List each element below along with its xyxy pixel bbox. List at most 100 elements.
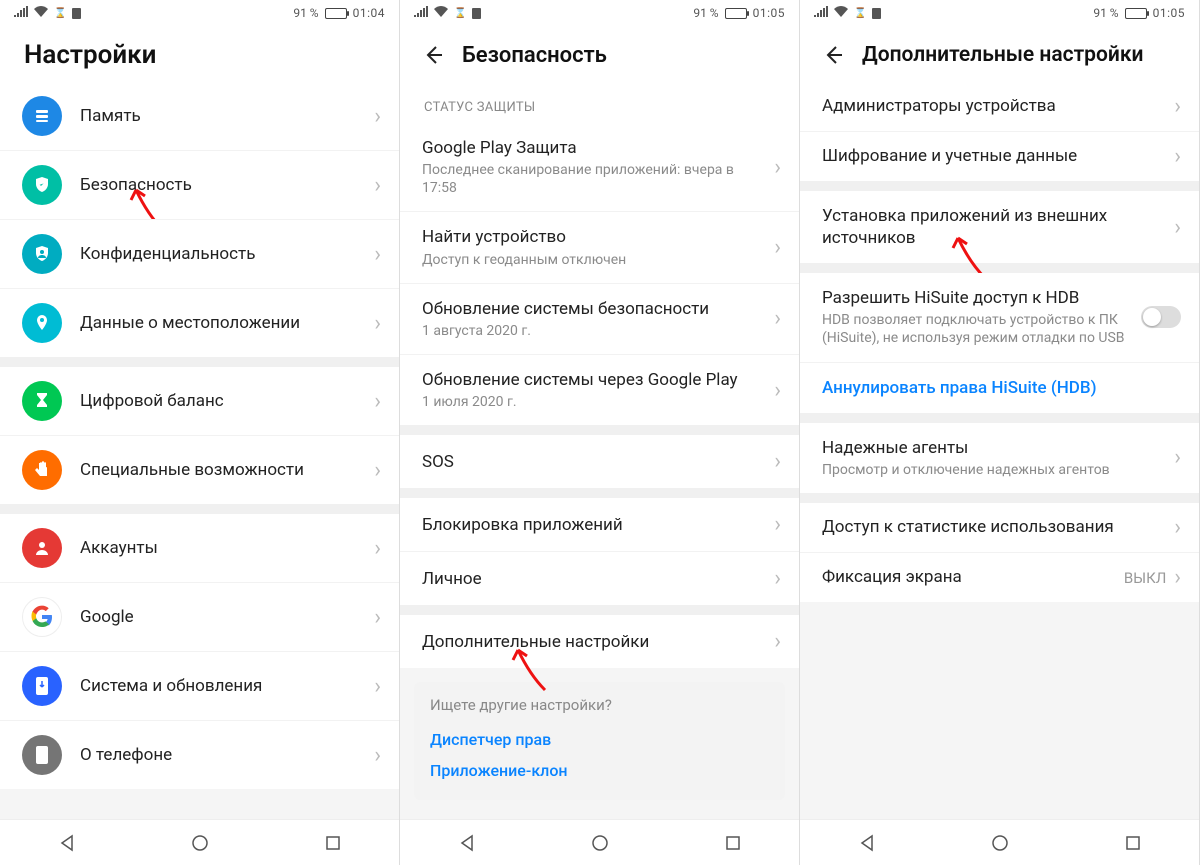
chevron-right-icon: ›: [374, 242, 381, 267]
row-sos[interactable]: SOS ›: [400, 435, 799, 488]
row-location[interactable]: Данные о местоположении ›: [0, 288, 399, 357]
row-memory[interactable]: Память ›: [0, 82, 399, 150]
phone-screen-advanced: ⌛ 91 % 01:05 Дополнительные настройки Ад…: [800, 0, 1200, 865]
row-label: Память: [80, 105, 366, 127]
chevron-right-icon: ›: [374, 674, 381, 699]
row-label: Специальные возможности: [80, 459, 366, 481]
chevron-right-icon: ›: [374, 536, 381, 561]
nav-recent-icon[interactable]: [323, 833, 343, 853]
row-accessibility[interactable]: Специальные возможности ›: [0, 435, 399, 504]
back-button[interactable]: [418, 40, 448, 70]
nav-recent-icon[interactable]: [1123, 833, 1143, 853]
privacy-icon: [22, 234, 62, 274]
nav-home-icon[interactable]: [990, 833, 1010, 853]
hint-box: Ищете другие настройки? Диспетчер прав П…: [414, 682, 785, 800]
back-button[interactable]: [818, 40, 848, 70]
nav-bar: [400, 819, 799, 865]
chevron-right-icon: ›: [774, 449, 781, 474]
row-device-admins[interactable]: Администраторы устройства ›: [800, 82, 1199, 131]
nav-home-icon[interactable]: [590, 833, 610, 853]
row-privacy[interactable]: Конфиденциальность ›: [0, 219, 399, 288]
hourglass-icon: [22, 381, 62, 421]
row-screen-pinning[interactable]: Фиксация экрана ВЫКЛ ›: [800, 552, 1199, 602]
hourglass-icon: ⌛: [854, 8, 866, 19]
row-label: Google Play Защита: [422, 137, 766, 159]
battery-icon: [725, 8, 747, 19]
row-unknown-sources[interactable]: Установка приложений из внешних источник…: [800, 191, 1199, 263]
row-accounts[interactable]: Аккаунты ›: [0, 514, 399, 582]
row-find-device[interactable]: Найти устройство Доступ к геоданным откл…: [400, 211, 799, 282]
row-trusted-agents[interactable]: Надежные агенты Просмотр и отключение на…: [800, 423, 1199, 493]
hint-link-app-clone[interactable]: Приложение-клон: [430, 755, 769, 786]
phone-screen-settings: ⌛ 91 % 01:04 Настройки Память › Б: [0, 0, 400, 865]
memory-icon: [22, 96, 62, 136]
battery-percent: 91 %: [693, 6, 718, 20]
row-system[interactable]: Система и обновления ›: [0, 651, 399, 720]
row-label: Google: [80, 606, 366, 628]
signal-icon: [414, 6, 428, 20]
row-digital-balance[interactable]: Цифровой баланс ›: [0, 367, 399, 435]
row-label: Обновление системы безопасности: [422, 298, 766, 320]
row-personal[interactable]: Личное ›: [400, 551, 799, 605]
chevron-right-icon: ›: [1174, 515, 1181, 540]
signal-icon: [14, 6, 28, 20]
chevron-right-icon: ›: [374, 605, 381, 630]
row-subtitle: Последнее сканирование приложений: вчера…: [422, 161, 766, 197]
chevron-right-icon: ›: [1174, 144, 1181, 169]
chevron-right-icon: ›: [374, 173, 381, 198]
row-subtitle: 1 августа 2020 г.: [422, 322, 766, 340]
row-label: Блокировка приложений: [422, 514, 766, 536]
chevron-right-icon: ›: [1174, 215, 1181, 240]
row-play-protect[interactable]: Google Play Защита Последнее сканировани…: [400, 123, 799, 211]
chevron-right-icon: ›: [774, 512, 781, 537]
settings-list: Память › Безопасность › Конфиденциальнос…: [0, 82, 399, 819]
clock: 01:05: [753, 6, 785, 20]
nav-back-icon[interactable]: [857, 833, 877, 853]
row-google[interactable]: Google ›: [0, 582, 399, 651]
row-label: Обновление системы через Google Play: [422, 369, 766, 391]
row-label: Данные о местоположении: [80, 312, 366, 334]
chevron-right-icon: ›: [774, 378, 781, 403]
row-about[interactable]: О телефоне ›: [0, 720, 399, 789]
row-value: ВЫКЛ: [1124, 569, 1167, 587]
row-encryption[interactable]: Шифрование и учетные данные ›: [800, 131, 1199, 181]
nav-recent-icon[interactable]: [723, 833, 743, 853]
chevron-right-icon: ›: [374, 389, 381, 414]
toggle-hdb[interactable]: [1141, 306, 1181, 328]
chevron-right-icon: ›: [774, 629, 781, 654]
nav-back-icon[interactable]: [57, 833, 77, 853]
row-app-lock[interactable]: Блокировка приложений ›: [400, 498, 799, 551]
row-label: Цифровой баланс: [80, 390, 366, 412]
row-hdb[interactable]: Разрешить HiSuite доступ к HDB HDB позво…: [800, 273, 1199, 361]
chevron-right-icon: ›: [1174, 445, 1181, 470]
nav-back-icon[interactable]: [457, 833, 477, 853]
chevron-right-icon: ›: [374, 458, 381, 483]
chevron-right-icon: ›: [774, 566, 781, 591]
sim-icon: [472, 8, 481, 19]
row-label: Безопасность: [80, 174, 366, 196]
info-icon: [22, 735, 62, 775]
row-more-settings[interactable]: Дополнительные настройки ›: [400, 615, 799, 668]
chevron-right-icon: ›: [774, 306, 781, 331]
chevron-right-icon: ›: [374, 104, 381, 129]
hand-icon: [22, 450, 62, 490]
row-security[interactable]: Безопасность ›: [0, 150, 399, 219]
row-label: Администраторы устройства: [822, 95, 1166, 117]
nav-home-icon[interactable]: [190, 833, 210, 853]
row-label: Система и обновления: [80, 675, 366, 697]
row-label: Аккаунты: [80, 537, 366, 559]
row-security-update[interactable]: Обновление системы безопасности 1 август…: [400, 283, 799, 354]
hint-link-permissions[interactable]: Диспетчер прав: [430, 724, 769, 755]
row-revoke-hdb[interactable]: Аннулировать права HiSuite (HDB): [800, 362, 1199, 413]
nav-bar: [800, 819, 1199, 865]
sim-icon: [872, 8, 881, 19]
row-label: Доступ к статистике использования: [822, 516, 1166, 538]
chevron-right-icon: ›: [374, 743, 381, 768]
row-label: SOS: [422, 451, 766, 473]
battery-percent: 91 %: [1093, 6, 1118, 20]
clock: 01:04: [353, 6, 385, 20]
row-label: Надежные агенты: [822, 437, 1166, 459]
google-icon: [22, 597, 62, 637]
row-gplay-update[interactable]: Обновление системы через Google Play 1 и…: [400, 354, 799, 425]
row-usage-stats[interactable]: Доступ к статистике использования ›: [800, 503, 1199, 552]
